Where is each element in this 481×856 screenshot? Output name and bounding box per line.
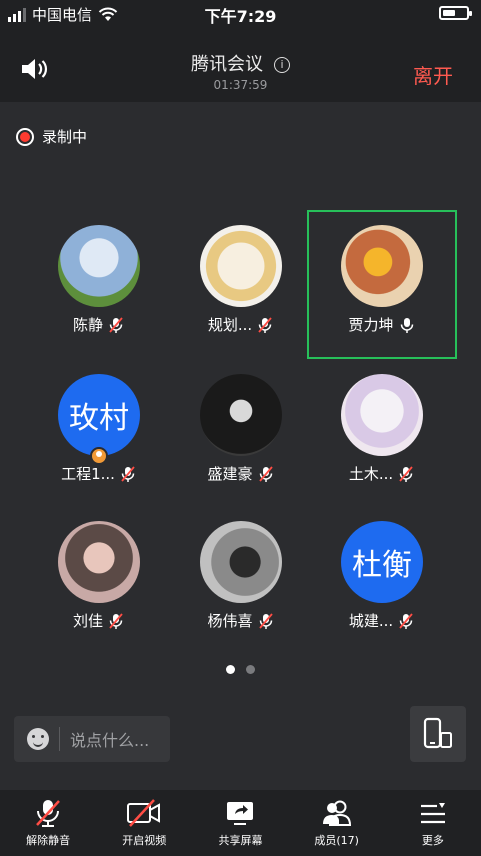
mic-muted-icon bbox=[109, 316, 123, 333]
participant-name: 杨伟喜 bbox=[207, 612, 253, 630]
participant-name: 刘佳 bbox=[72, 612, 103, 630]
mic-muted-icon bbox=[109, 612, 123, 629]
participant-tile[interactable]: 规划... bbox=[166, 210, 316, 334]
leave-button[interactable]: 离开 bbox=[413, 60, 453, 89]
share-screen-button[interactable]: 共享屏幕 bbox=[192, 790, 288, 856]
meeting-header: 腾讯会议 i 01:37:59 离开 bbox=[0, 26, 481, 102]
unmute-button[interactable]: 解除静音 bbox=[0, 790, 96, 856]
battery-icon bbox=[439, 6, 472, 20]
page-dot[interactable] bbox=[246, 665, 255, 674]
phone-rotate-icon bbox=[423, 717, 452, 749]
mic-icon bbox=[400, 317, 413, 333]
switch-view-button[interactable] bbox=[410, 706, 466, 762]
chat-placeholder: 说点什么... bbox=[70, 731, 150, 750]
start-video-button[interactable]: 开启视频 bbox=[96, 790, 192, 856]
info-icon[interactable]: i bbox=[274, 57, 291, 73]
participant-name: 工程1... bbox=[61, 465, 115, 483]
share-screen-label: 共享屏幕 bbox=[218, 834, 263, 847]
mic-muted-icon bbox=[258, 465, 273, 482]
record-icon bbox=[16, 127, 34, 146]
participant-tile[interactable]: 玫村 工程1... bbox=[24, 359, 174, 483]
mic-muted-icon bbox=[121, 465, 135, 482]
more-label: 更多 bbox=[421, 834, 444, 847]
chat-input[interactable]: 说点什么... bbox=[14, 716, 170, 762]
page-dot-active[interactable] bbox=[226, 665, 235, 674]
participant-name: 土木... bbox=[348, 465, 394, 483]
start-video-label: 开启视频 bbox=[122, 834, 167, 847]
participant-name: 城建... bbox=[348, 612, 394, 630]
share-screen-icon bbox=[227, 802, 254, 825]
more-menu-icon bbox=[420, 803, 445, 824]
recording-label: 录制中 bbox=[42, 128, 88, 146]
page-indicator[interactable] bbox=[0, 665, 481, 674]
avatar bbox=[58, 225, 140, 307]
participant-tile[interactable]: 杨伟喜 bbox=[166, 506, 316, 630]
avatar bbox=[58, 521, 140, 603]
participant-tile[interactable]: 贾力坤 bbox=[307, 210, 457, 334]
participant-name: 盛建豪 bbox=[207, 465, 253, 483]
mic-muted-icon bbox=[399, 465, 413, 482]
clock: 下午7:29 bbox=[204, 7, 277, 26]
participant-tile[interactable]: 刘佳 bbox=[24, 506, 174, 630]
mic-muted-icon bbox=[36, 800, 61, 827]
mic-muted-icon bbox=[399, 612, 413, 629]
avatar bbox=[200, 374, 282, 456]
meeting-title[interactable]: 腾讯会议 bbox=[191, 50, 263, 76]
recording-indicator: 录制中 bbox=[16, 126, 87, 147]
unmute-label: 解除静音 bbox=[26, 834, 71, 847]
participant-name: 陈静 bbox=[72, 316, 103, 334]
avatar: 杜衡 bbox=[341, 521, 423, 603]
participant-tile[interactable]: 土木... bbox=[307, 359, 457, 483]
members-icon bbox=[322, 800, 351, 826]
video-off-icon bbox=[127, 799, 161, 827]
emoji-icon[interactable] bbox=[27, 728, 49, 750]
avatar bbox=[200, 521, 282, 603]
more-button[interactable]: 更多 bbox=[385, 790, 481, 856]
avatar bbox=[341, 225, 423, 307]
participant-tile[interactable]: 杜衡 城建... bbox=[307, 506, 457, 630]
participant-tile[interactable]: 盛建豪 bbox=[166, 359, 316, 483]
participant-name: 规划... bbox=[207, 316, 253, 334]
avatar bbox=[200, 225, 282, 307]
avatar: 玫村 bbox=[58, 374, 140, 456]
participant-name: 贾力坤 bbox=[348, 316, 394, 334]
mic-muted-icon bbox=[258, 316, 272, 333]
avatar bbox=[341, 374, 423, 456]
status-bar: 中国电信 下午7:29 bbox=[0, 0, 481, 26]
divider bbox=[59, 727, 60, 751]
bottom-toolbar: 解除静音 开启视频 共享屏幕 成员(17) 更多 bbox=[0, 790, 481, 856]
members-label: 成员(17) bbox=[314, 834, 359, 847]
mic-muted-icon bbox=[258, 612, 273, 629]
participant-tile[interactable]: 陈静 bbox=[24, 210, 174, 334]
members-button[interactable]: 成员(17) bbox=[289, 790, 385, 856]
meeting-timer: 01:37:59 bbox=[213, 78, 268, 92]
